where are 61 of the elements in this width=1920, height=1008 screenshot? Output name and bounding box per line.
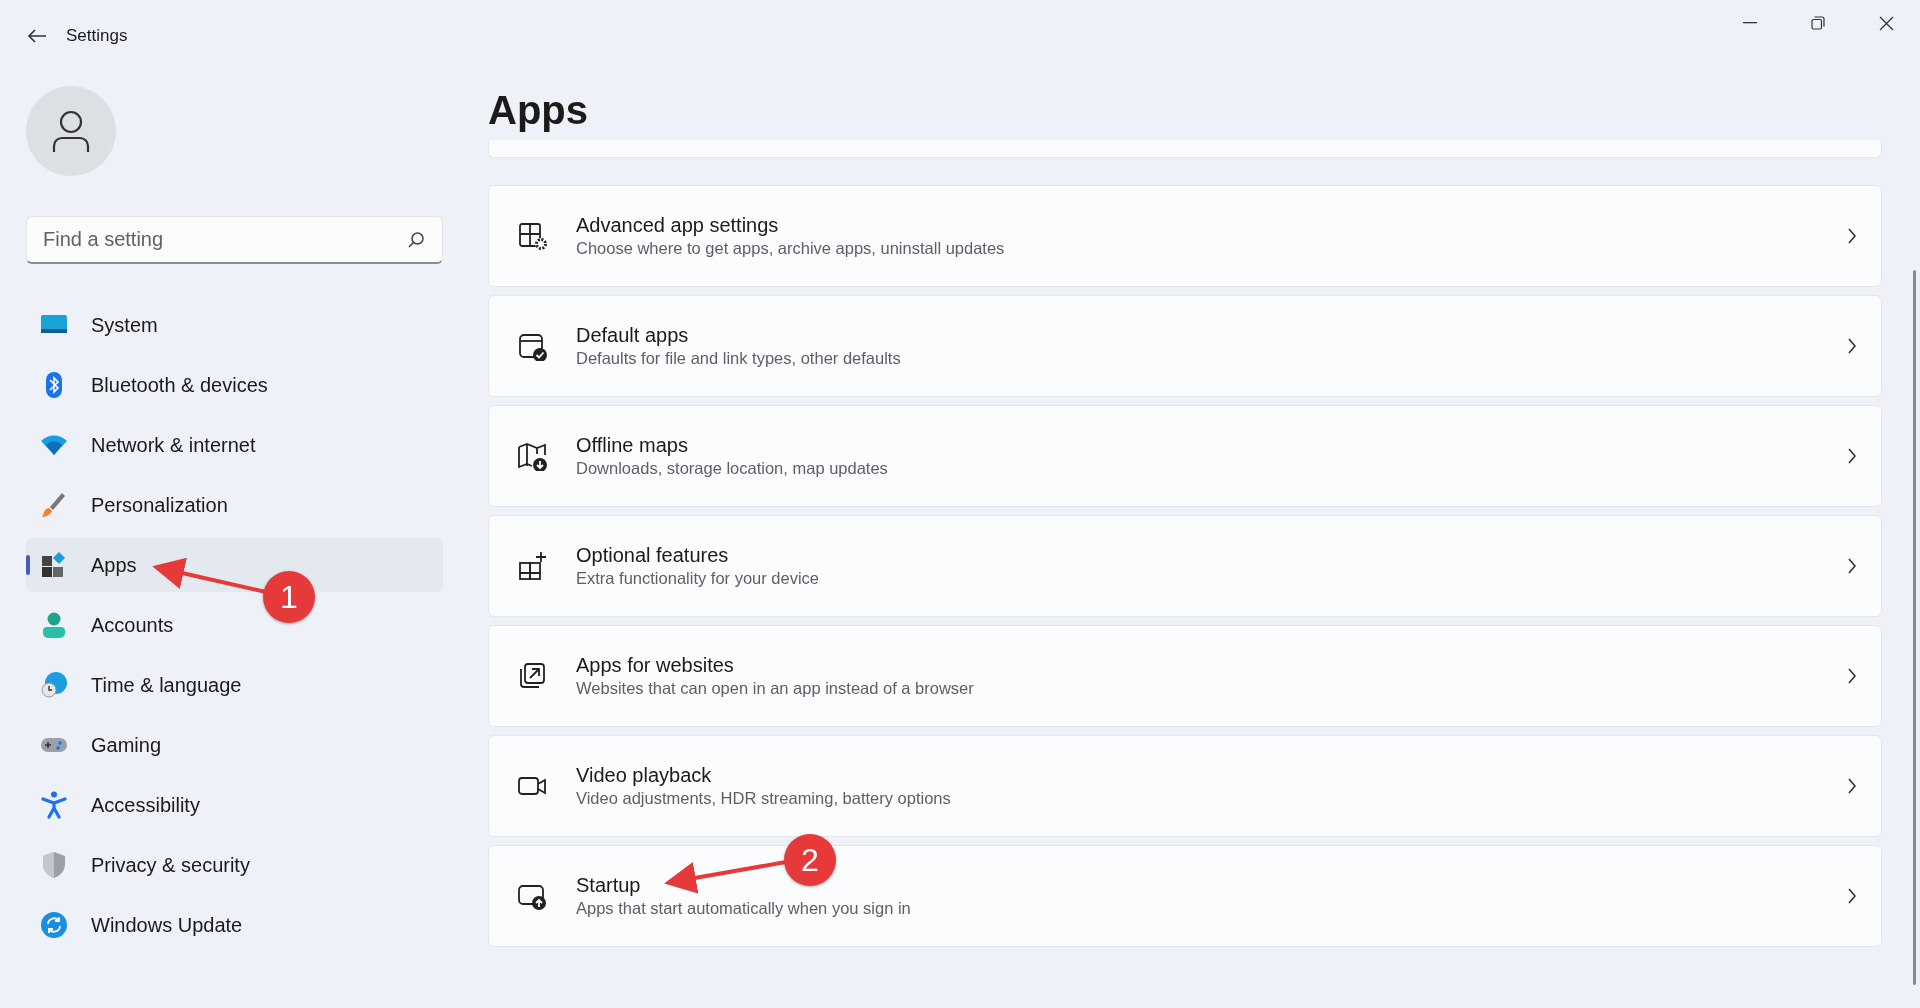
setting-card[interactable]: Default apps Defaults for file and link types, other defaults — [488, 295, 1882, 397]
selection-indicator — [26, 555, 30, 575]
setting-description: Websites that can open in an app instead of a browser — [576, 677, 975, 699]
sidebar-item[interactable]: Windows Update — [26, 898, 443, 952]
sidebar-item[interactable]: Accessibility — [26, 778, 443, 832]
setting-title: Video playback — [576, 762, 712, 788]
window-title: Settings — [66, 25, 128, 48]
minimize-icon — [1743, 22, 1757, 24]
sync-icon — [40, 911, 68, 939]
grid-gear-icon — [517, 221, 547, 251]
setting-title: Apps for websites — [576, 652, 734, 678]
setting-card[interactable]: Optional features Extra functionality for your device — [488, 515, 1882, 617]
setting-description: Defaults for file and link types, other defaults — [576, 347, 902, 369]
chevron-right-icon — [1847, 887, 1857, 905]
chevron-right-icon — [1847, 777, 1857, 795]
setting-title: Startup — [576, 872, 641, 898]
setting-description: Choose where to get apps, archive apps, uninstall updates — [576, 237, 1006, 259]
sidebar-item[interactable]: Time & language — [26, 658, 443, 712]
person-icon — [40, 611, 68, 639]
person-icon — [51, 109, 91, 153]
setting-title: Default apps — [576, 322, 689, 348]
sidebar-item[interactable]: Personalization — [26, 478, 443, 532]
chevron-right-icon — [1847, 337, 1857, 355]
setting-card[interactable]: Advanced app settings Choose where to get apps, archive apps, uninstall updates — [488, 185, 1882, 287]
setting-title: Optional features — [576, 542, 729, 568]
back-arrow-icon — [27, 28, 47, 44]
page-title: Apps — [488, 88, 589, 132]
setting-description: Downloads, storage location, map updates — [576, 457, 889, 479]
restore-icon — [1811, 16, 1825, 30]
accessibility-icon — [40, 791, 68, 819]
setting-description: Apps that start automatically when you sign in — [576, 897, 912, 919]
search-field[interactable]: Find a setting — [26, 216, 443, 264]
setting-card[interactable]: Video playback Video adjustments, HDR streaming, battery options — [488, 735, 1882, 837]
search-icon — [407, 231, 425, 249]
grid-plus-icon — [517, 551, 547, 581]
callout-number: 1 — [263, 571, 315, 623]
setting-card[interactable]: Apps for websites Websites that can open in an app instead of a browser — [488, 625, 1882, 727]
apps-icon — [40, 551, 68, 579]
setting-description: Video adjustments, HDR streaming, battery options — [576, 787, 952, 809]
scrollbar[interactable] — [1913, 270, 1916, 985]
sidebar-item[interactable]: Privacy & security — [26, 838, 443, 892]
paintbrush-icon — [40, 491, 68, 519]
map-download-icon — [517, 441, 547, 471]
setting-card[interactable] — [488, 140, 1882, 158]
chevron-right-icon — [1847, 667, 1857, 685]
close-icon — [1878, 15, 1894, 31]
sidebar-item[interactable]: Bluetooth & devices — [26, 358, 443, 412]
sidebar-item[interactable]: Gaming — [26, 718, 443, 772]
setting-title: Advanced app settings — [576, 212, 779, 238]
sidebar-item[interactable]: Network & internet — [26, 418, 443, 472]
chevron-right-icon — [1847, 447, 1857, 465]
sidebar-item[interactable]: System — [26, 298, 443, 352]
window-check-icon — [517, 331, 547, 361]
globe-clock-icon — [40, 671, 68, 699]
setting-title: Offline maps — [576, 432, 688, 458]
chevron-right-icon — [1847, 227, 1857, 245]
shield-icon — [40, 851, 68, 879]
window-arrow-icon — [517, 661, 547, 691]
chevron-right-icon — [1847, 557, 1857, 575]
setting-card[interactable]: Offline maps Downloads, storage location, map updates — [488, 405, 1882, 507]
setting-description: Extra functionality for your device — [576, 567, 821, 589]
